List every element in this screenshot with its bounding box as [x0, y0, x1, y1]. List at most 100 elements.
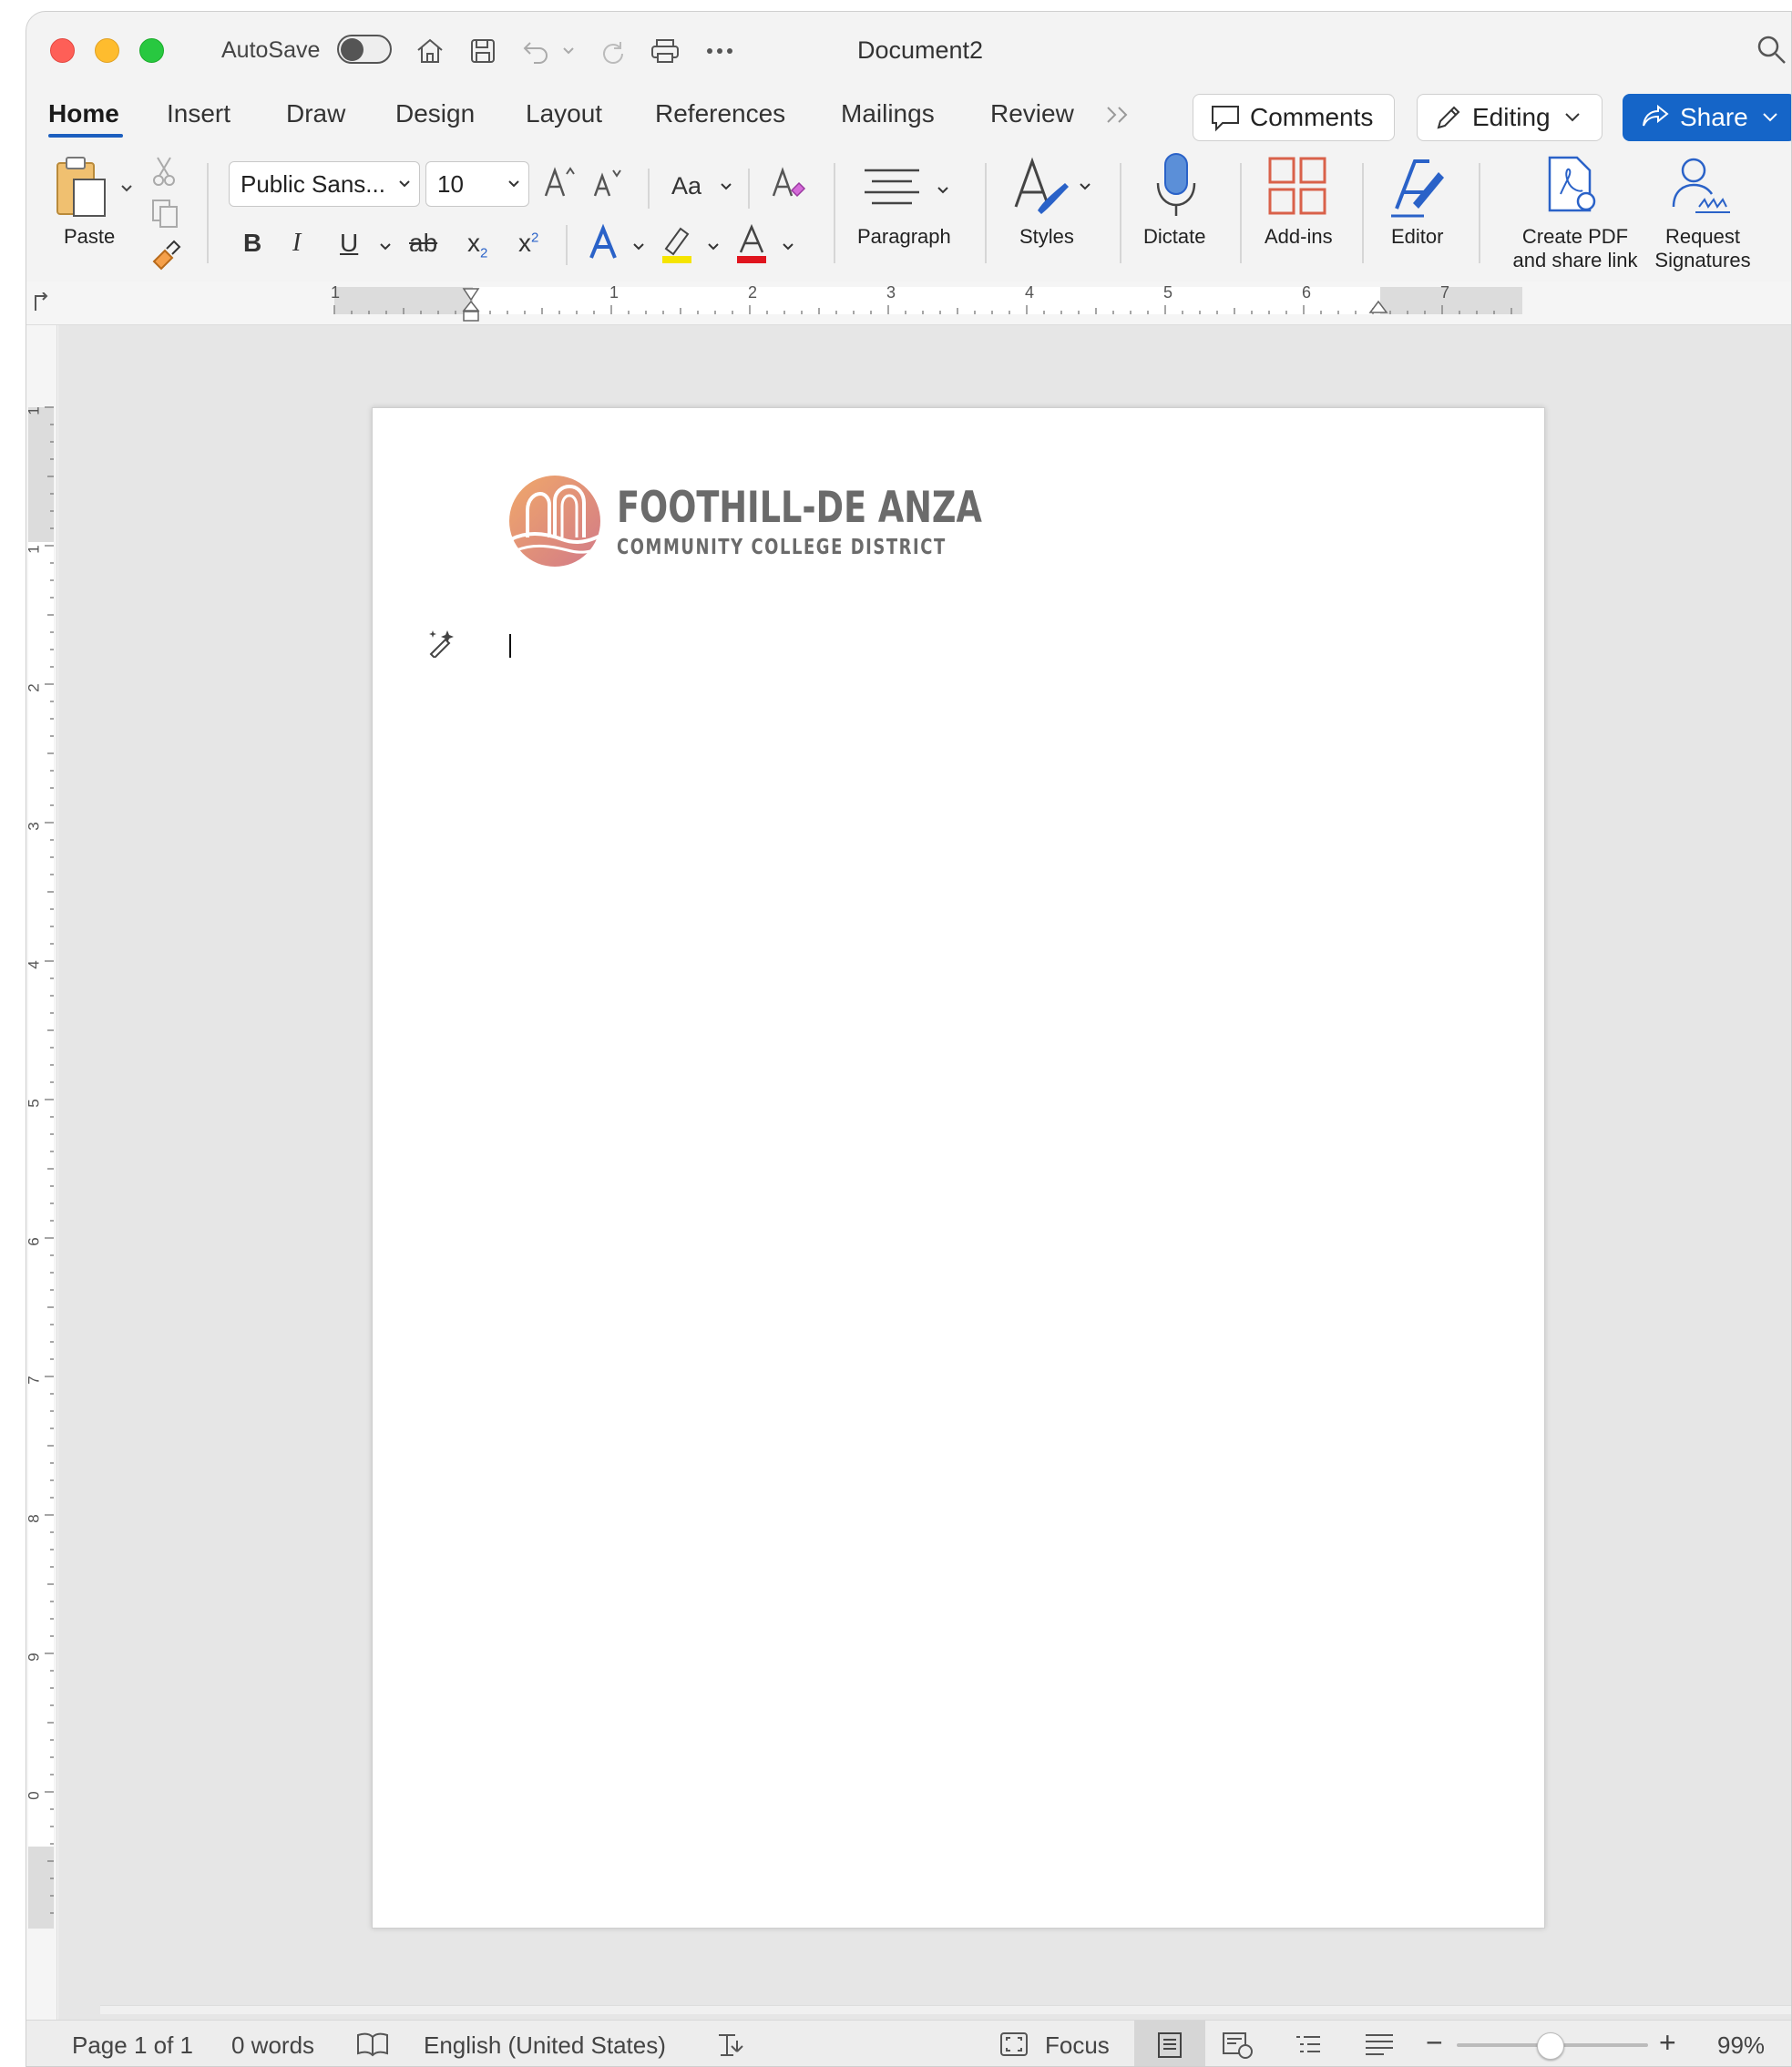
ruler-number: 4 — [1025, 283, 1035, 302]
share-button[interactable]: Share — [1623, 94, 1791, 141]
chevron-down-icon[interactable] — [781, 241, 795, 252]
ruler-number: 1 — [26, 545, 43, 554]
active-tab-indicator — [48, 134, 123, 138]
tab-insert[interactable]: Insert — [167, 99, 230, 128]
home-icon[interactable] — [415, 36, 445, 67]
editing-mode-button[interactable]: Editing — [1417, 94, 1603, 141]
web-layout-icon[interactable] — [1222, 2031, 1254, 2063]
undo-icon[interactable] — [520, 36, 551, 67]
zoom-window-button[interactable] — [139, 38, 164, 63]
document-page[interactable]: FOOTHILL-DE ANZA COMMUNITY COLLEGE DISTR… — [372, 407, 1545, 1929]
save-icon[interactable] — [467, 36, 498, 67]
ruler-number: 6 — [26, 1237, 43, 1246]
chevron-down-icon[interactable] — [631, 241, 646, 252]
tab-references[interactable]: References — [655, 99, 785, 128]
paste-icon[interactable] — [54, 156, 110, 224]
zoom-out-button[interactable]: − — [1426, 2026, 1443, 2060]
ruler-number: 3 — [886, 283, 896, 302]
ribbon-separator — [1120, 163, 1121, 263]
horizontal-ruler[interactable]: 1 1 2 3 4 5 6 7 — [26, 281, 1791, 325]
chevron-down-icon — [1763, 113, 1777, 122]
focus-icon[interactable] — [999, 2031, 1029, 2062]
page-count[interactable]: Page 1 of 1 — [72, 2031, 193, 2060]
copy-icon[interactable] — [150, 198, 181, 233]
word-count[interactable]: 0 words — [231, 2031, 314, 2060]
horizontal-scrollbar[interactable] — [100, 2005, 1791, 2014]
document-title: Document2 — [857, 36, 984, 64]
italic-button[interactable]: I — [292, 229, 301, 258]
zoom-slider-thumb[interactable] — [1537, 2032, 1564, 2060]
ruler-number: 5 — [26, 1099, 43, 1108]
editor-icon[interactable] — [1388, 156, 1448, 224]
change-case-button[interactable]: Aa — [671, 172, 701, 200]
zoom-level[interactable]: 99% — [1717, 2031, 1765, 2060]
request-signatures-line1: Request — [1665, 225, 1740, 248]
font-name-select[interactable]: Public Sans... — [229, 161, 420, 207]
outline-view-icon[interactable] — [1293, 2031, 1324, 2063]
print-layout-button[interactable] — [1134, 2021, 1205, 2066]
tab-mailings[interactable]: Mailings — [841, 99, 935, 128]
paragraph-icon[interactable] — [863, 165, 923, 213]
redo-icon[interactable] — [597, 36, 628, 67]
more-tabs-chevron-icon[interactable] — [1105, 105, 1131, 129]
superscript-letter: x — [518, 229, 531, 257]
chevron-down-icon[interactable] — [936, 185, 950, 196]
print-icon[interactable] — [650, 36, 681, 67]
ruler-number: 2 — [26, 683, 43, 692]
pencil-icon — [1437, 106, 1460, 129]
font-size-select[interactable]: 10 — [425, 161, 529, 207]
font-color-icon[interactable] — [733, 221, 770, 270]
addins-icon[interactable] — [1267, 156, 1327, 220]
comments-button[interactable]: Comments — [1193, 94, 1395, 141]
superscript-button[interactable]: x2 — [518, 229, 538, 258]
create-pdf-icon[interactable] — [1544, 154, 1599, 220]
share-icon — [1643, 104, 1669, 127]
autosave-toggle[interactable] — [337, 35, 392, 64]
tab-layout[interactable]: Layout — [526, 99, 602, 128]
accessibility-icon[interactable] — [717, 2031, 746, 2063]
ruler-number: 7 — [1440, 283, 1450, 302]
text-cursor[interactable] — [509, 634, 511, 658]
paste-label: Paste — [64, 225, 116, 248]
text-effects-icon[interactable] — [586, 223, 620, 268]
chevron-down-icon[interactable] — [719, 181, 733, 192]
ruler-number: 3 — [26, 822, 43, 831]
clear-formatting-icon[interactable] — [770, 165, 808, 206]
zoom-in-button[interactable]: + — [1659, 2026, 1676, 2060]
tab-design[interactable]: Design — [395, 99, 475, 128]
tab-review[interactable]: Review — [990, 99, 1074, 128]
undo-dropdown-icon[interactable] — [558, 36, 579, 67]
bold-button[interactable]: B — [243, 229, 261, 258]
ruler-number: 2 — [748, 283, 758, 302]
ribbon-home: Paste Public Sans... 10 Aa B I U ab x2 x… — [26, 145, 1791, 281]
vertical-ruler[interactable]: 1 1 2 3 4 5 6 7 8 9 0 — [26, 325, 57, 2020]
draft-view-icon[interactable] — [1364, 2031, 1395, 2063]
increase-font-size-icon[interactable] — [542, 163, 577, 204]
highlight-color-icon[interactable] — [659, 221, 695, 270]
minimize-window-button[interactable] — [95, 38, 119, 63]
close-window-button[interactable] — [50, 38, 75, 63]
paste-dropdown-icon[interactable] — [119, 183, 134, 194]
request-signatures-icon[interactable] — [1668, 154, 1734, 220]
underline-button[interactable]: U — [340, 229, 358, 258]
underline-dropdown-icon[interactable] — [378, 241, 393, 252]
document-canvas[interactable]: FOOTHILL-DE ANZA COMMUNITY COLLEGE DISTR… — [58, 325, 1791, 2020]
search-icon[interactable] — [1756, 34, 1787, 65]
more-icon[interactable] — [704, 36, 735, 67]
decrease-font-size-icon[interactable] — [591, 165, 624, 204]
chevron-down-icon[interactable] — [1078, 181, 1092, 192]
tab-home[interactable]: Home — [48, 99, 119, 128]
ai-rewrite-icon[interactable] — [425, 627, 456, 662]
language-label[interactable]: English (United States) — [424, 2031, 666, 2060]
print-layout-icon — [1158, 2032, 1182, 2058]
tab-draw[interactable]: Draw — [286, 99, 345, 128]
proofing-icon[interactable] — [356, 2031, 389, 2062]
chevron-down-icon[interactable] — [706, 241, 721, 252]
microphone-icon[interactable] — [1154, 152, 1198, 224]
styles-icon[interactable] — [1012, 156, 1072, 224]
format-painter-icon[interactable] — [148, 240, 181, 275]
strikethrough-button[interactable]: ab — [409, 229, 437, 258]
subscript-button[interactable]: x2 — [467, 229, 487, 261]
cut-icon[interactable] — [152, 156, 176, 191]
focus-label[interactable]: Focus — [1045, 2031, 1110, 2060]
